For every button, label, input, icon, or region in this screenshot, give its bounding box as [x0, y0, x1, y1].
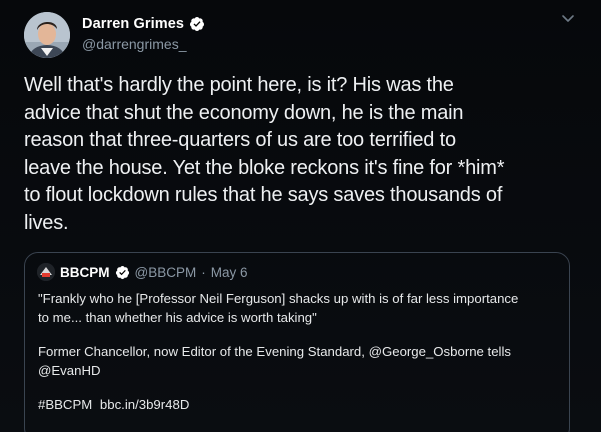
verified-badge-icon: [190, 17, 205, 31]
author-block: Darren Grimes @darrengrimes_: [82, 14, 205, 54]
quoted-text-line: Former Chancellor, now Editor of the Eve…: [38, 344, 511, 359]
tweet-text-line: advice that shut the economy down, he is…: [24, 101, 464, 124]
hashtag-link[interactable]: #BBCPM: [38, 397, 92, 412]
chevron-down-icon[interactable]: [561, 14, 575, 24]
quoted-tweet-body: "Frankly who he [Professor Neil Ferguson…: [38, 289, 563, 414]
tweet-text-line: leave the house. Yet the bloke reckons i…: [24, 156, 505, 179]
bbc-logo-icon: [37, 263, 55, 281]
tweet-text-line: reason that three-quarters of us are too…: [24, 129, 456, 151]
quoted-text-line: to me... than whether his advice is wort…: [38, 310, 317, 325]
quoted-tweet-header: BBCPM @BBCPM · May 6: [37, 263, 247, 281]
quoted-author-name[interactable]: BBCPM: [60, 265, 110, 280]
quoted-text-line: @EvanHD: [38, 363, 101, 378]
avatar-photo: [24, 12, 70, 58]
quoted-tweet[interactable]: BBCPM @BBCPM · May 6 "Frankly who he [Pr…: [24, 252, 570, 432]
author-name[interactable]: Darren Grimes: [82, 16, 184, 32]
quoted-footer-line: #BBCPM bbc.in/3b9r48D: [38, 395, 563, 414]
tweet-text-line: Well that's hardly the point here, is it…: [24, 74, 454, 96]
tweet-text-line: lives.: [24, 211, 69, 234]
author-avatar[interactable]: [24, 12, 70, 58]
tweet-card: Darren Grimes @darrengrimes_ Well that's…: [0, 0, 601, 432]
quoted-separator: ·: [201, 264, 206, 280]
quoted-author-avatar: [37, 263, 55, 281]
quoted-text-line: "Frankly who he [Professor Neil Ferguson…: [38, 291, 519, 306]
author-handle[interactable]: @darrengrimes_: [82, 36, 205, 52]
tweet-text-line: to flout lockdown rules that he says sav…: [24, 184, 503, 206]
quoted-date[interactable]: May 6: [211, 265, 248, 280]
quoted-author-handle[interactable]: @BBCPM: [135, 265, 197, 280]
tweet-text: Well that's hardly the point here, is it…: [24, 72, 584, 237]
url-link[interactable]: bbc.in/3b9r48D: [100, 397, 189, 412]
verified-badge-icon: [115, 265, 129, 279]
author-name-row: Darren Grimes: [82, 14, 205, 34]
